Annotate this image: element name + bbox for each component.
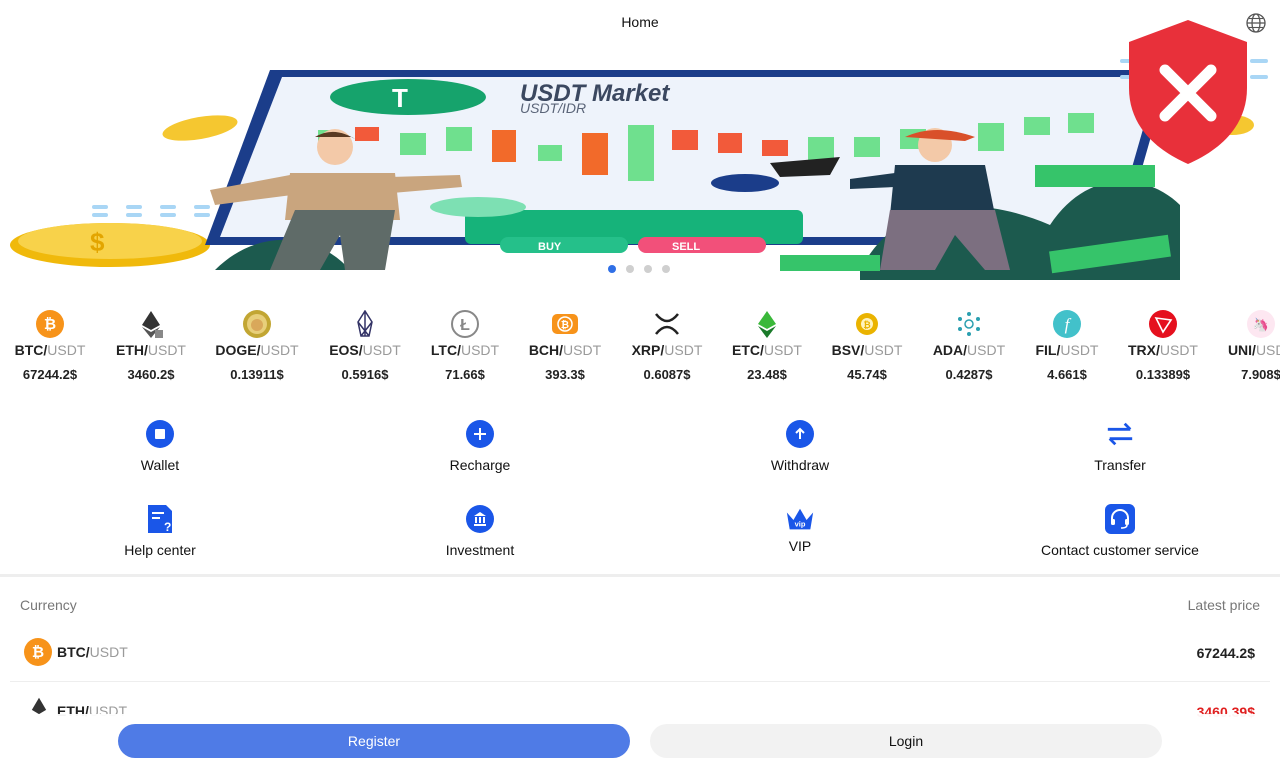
svg-text:Ł: Ł: [460, 317, 470, 334]
banner-buy-label: BUY: [538, 241, 562, 253]
ticker-price: 0.13389$: [1135, 367, 1191, 382]
ticker-coin-xrp[interactable]: XRP/USDT 0.6087$: [617, 310, 717, 382]
promo-banner[interactable]: $ T USDT Market USDT/IDR BUY SELL: [0, 45, 1280, 280]
ticker-coin-ada[interactable]: ADA/USDT 0.4287$: [919, 310, 1019, 382]
plus-circle-icon: [466, 420, 494, 448]
ticker-coin-trx[interactable]: TRX/USDT 0.13389$: [1113, 310, 1213, 382]
banner-dot[interactable]: [644, 265, 652, 273]
ticker-price: 0.13911$: [230, 367, 284, 382]
shield-x-icon: [1129, 20, 1247, 164]
ticker-coin-bch[interactable]: ₿ BCH/USDT 393.3$: [515, 310, 615, 382]
market-list-header: Currency Latest price: [20, 597, 1260, 613]
banner-dot[interactable]: [662, 265, 670, 273]
vip-button[interactable]: vip VIP: [680, 504, 920, 554]
cardano-icon: [958, 312, 980, 336]
banner-subline: USDT/IDR: [520, 100, 586, 116]
market-row-btc[interactable]: ₿ BTC/USDT 67244.2$: [10, 638, 1270, 694]
ticker-price: 71.66$: [445, 367, 485, 382]
svg-text:$: $: [90, 227, 105, 257]
headset-icon: [1105, 504, 1135, 534]
arrow-up-circle-icon: [786, 420, 814, 448]
svg-text:T: T: [392, 83, 408, 113]
svg-text:?: ?: [164, 520, 171, 534]
litecoin-icon: Ł: [451, 310, 479, 338]
ticker-price: 23.48$: [747, 367, 787, 382]
banner-sell-label: SELL: [672, 241, 700, 253]
bitcoin-icon: ₿: [24, 638, 52, 666]
xrp-icon: [655, 313, 679, 335]
ticker-price: 45.74$: [847, 367, 887, 382]
row-divider: [10, 681, 1270, 682]
currency-column-header: Currency: [20, 597, 77, 613]
ticker-price: 7.908$: [1241, 367, 1280, 382]
banner-dot[interactable]: [608, 265, 616, 273]
wallet-button[interactable]: Wallet: [40, 419, 280, 473]
top-bar: Home: [0, 0, 1280, 45]
investment-button[interactable]: Investment: [360, 504, 600, 558]
svg-text:🦄: 🦄: [1253, 317, 1269, 332]
ticker-price: 0.4287$: [945, 367, 993, 382]
banner-pagination: [608, 265, 670, 273]
svg-text:₿: ₿: [561, 319, 569, 331]
ticker-coin-eos[interactable]: EOS/USDT 0.5916$: [315, 310, 415, 382]
filecoin-icon: f: [1053, 310, 1081, 338]
coin-ticker[interactable]: ₿ BTC/USDT 67244.2$ ETH/USDT 3460.2$ DOG…: [0, 310, 1280, 390]
ticker-price: 393.3$: [545, 367, 585, 382]
transfer-button[interactable]: Transfer: [1000, 419, 1240, 473]
ethereum-classic-icon: [758, 311, 776, 338]
ticker-coin-bsv[interactable]: ₿ BSV/USDT 45.74$: [817, 310, 917, 382]
svg-text:₿: ₿: [863, 320, 870, 330]
ticker-price: 4.661$: [1047, 367, 1087, 382]
home-page: Home $ T USDT Market USDT/IDR BUY SELL ₿…: [0, 0, 1280, 768]
register-button[interactable]: Register: [118, 724, 630, 758]
login-button[interactable]: Login: [650, 724, 1162, 758]
transfer-arrows-icon: [1107, 422, 1133, 446]
auth-bar: Register Login: [0, 714, 1280, 768]
ethereum-icon: [142, 311, 163, 338]
ticker-coin-doge[interactable]: DOGE/USDT 0.13911$: [207, 310, 307, 382]
tron-icon: [1149, 310, 1177, 338]
uniswap-icon: 🦄: [1247, 310, 1275, 338]
svg-text:₿: ₿: [32, 644, 44, 661]
ticker-price: 0.5916$: [341, 367, 389, 382]
ticker-coin-btc[interactable]: ₿ BTC/USDT 67244.2$: [0, 310, 100, 382]
ticker-coin-ltc[interactable]: Ł LTC/USDT 71.66$: [415, 310, 515, 382]
bitcoin-sv-icon: ₿: [856, 313, 878, 335]
svg-text:₿: ₿: [44, 316, 56, 333]
dogecoin-icon: [243, 310, 271, 338]
withdraw-button[interactable]: Withdraw: [680, 419, 920, 473]
ticker-price: 0.6087$: [643, 367, 691, 382]
bitcoin-cash-icon: ₿: [552, 314, 578, 334]
contact-service-button[interactable]: Contact customer service: [1000, 504, 1240, 558]
price-column-header: Latest price: [1187, 597, 1260, 613]
ticker-coin-fil[interactable]: f FIL/USDT 4.661$: [1017, 310, 1117, 382]
help-center-button[interactable]: ? Help center: [40, 504, 280, 558]
bitcoin-icon: ₿: [36, 310, 64, 338]
vip-crown-icon: vip: [786, 508, 814, 530]
bank-icon: [466, 505, 494, 533]
recharge-button[interactable]: Recharge: [360, 419, 600, 473]
svg-text:vip: vip: [795, 520, 806, 529]
ticker-coin-uni[interactable]: 🦄 UNI/USDT 7.908$: [1211, 310, 1280, 382]
ticker-coin-eth[interactable]: ETH/USDT 3460.2$: [101, 310, 201, 382]
help-document-icon: ?: [148, 505, 172, 534]
wallet-icon: [146, 420, 174, 448]
eos-icon: [357, 310, 373, 337]
page-title: Home: [621, 14, 659, 30]
ticker-coin-etc[interactable]: ETC/USDT 23.48$: [717, 310, 817, 382]
banner-dot[interactable]: [626, 265, 634, 273]
ticker-price: 67244.2$: [22, 367, 78, 382]
market-price: 67244.2$: [1196, 645, 1255, 661]
section-divider: [0, 574, 1280, 577]
banner-illustration: $ T USDT Market USDT/IDR BUY SELL: [10, 59, 1268, 280]
ticker-price: 3460.2$: [127, 367, 175, 382]
